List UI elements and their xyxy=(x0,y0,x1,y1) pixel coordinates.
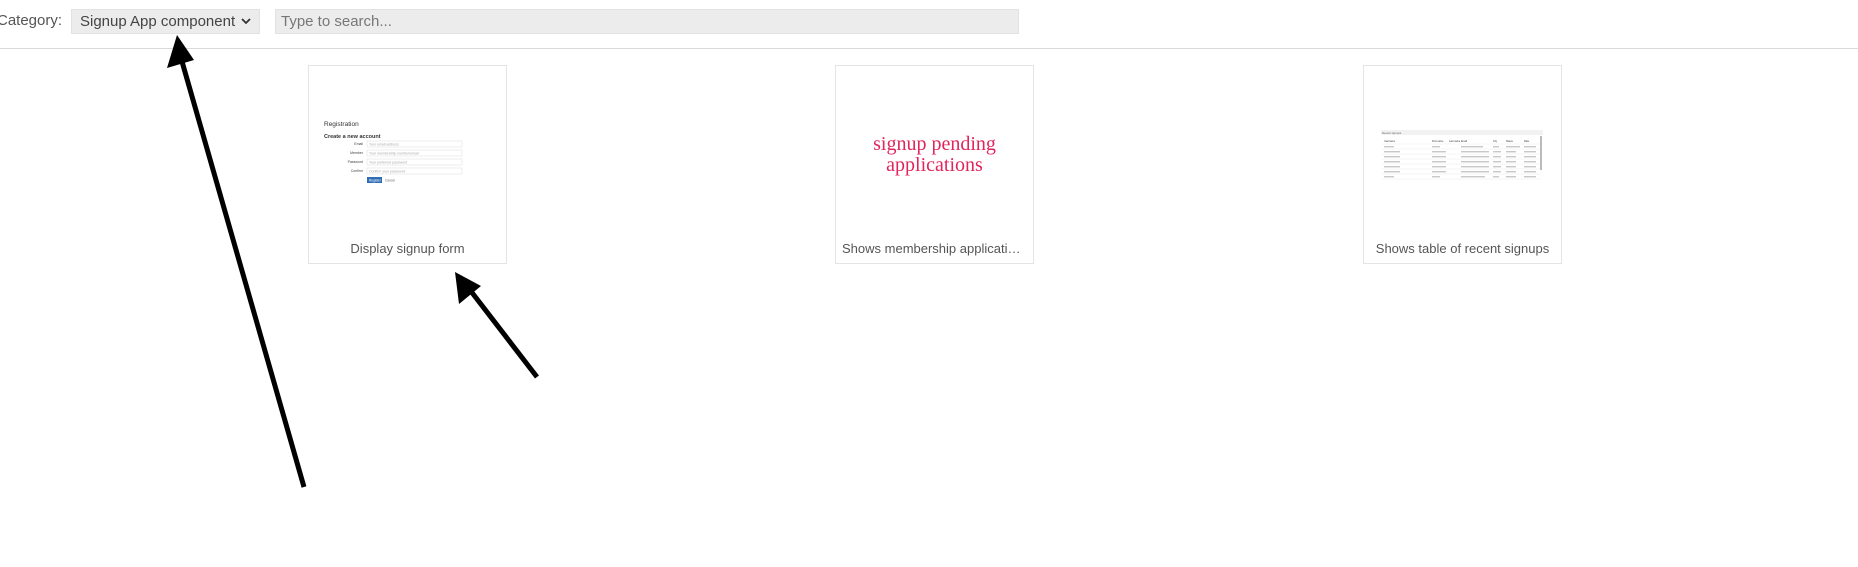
card-thumbnail: signup pending applications xyxy=(836,66,1033,236)
component-card-recent-signups[interactable]: Recent signups Username First name Last … xyxy=(1363,65,1562,264)
preview-field-hint: Your email address xyxy=(369,143,399,147)
preview-field-label: Password xyxy=(348,160,363,164)
preview-scrollbar xyxy=(1540,136,1542,170)
search-placeholder: Type to search... xyxy=(281,13,392,30)
preview-field-hint: Confirm your password xyxy=(369,170,405,174)
preview-register-label: Register xyxy=(369,179,382,183)
card-caption: Shows membership applicatio… xyxy=(842,241,1027,256)
preview-col: Username xyxy=(1384,140,1396,143)
component-card-signup-form[interactable]: Registration Create a new account Email … xyxy=(308,65,507,264)
component-card-pending-applications[interactable]: signup pending applications Shows member… xyxy=(835,65,1034,264)
category-label: Category: xyxy=(0,12,63,29)
card-thumbnail: Registration Create a new account Email … xyxy=(309,66,506,236)
pending-applications-preview: signup pending applications xyxy=(836,134,1033,176)
preview-cancel-label: Cancel xyxy=(385,179,395,183)
toolbar: Category: Signup App component Type to s… xyxy=(0,0,1858,49)
recent-signups-table-preview: Recent signups Username First name Last … xyxy=(1381,130,1543,180)
preview-field-label: Member xyxy=(350,151,364,155)
preview-field-label: Email xyxy=(354,142,363,146)
preview-col: Status xyxy=(1506,140,1514,143)
preview-text-line: signup pending xyxy=(873,133,996,155)
preview-field-hint: Your preferred password xyxy=(369,161,407,165)
category-select-value: Signup App component xyxy=(80,13,236,30)
preview-col: First name xyxy=(1432,140,1444,143)
preview-col: Date xyxy=(1524,140,1530,143)
category-select[interactable]: Signup App component xyxy=(71,9,260,34)
preview-col: City xyxy=(1493,140,1498,143)
arrow-to-category-select xyxy=(167,35,307,488)
preview-table-cells xyxy=(1384,146,1536,178)
search-input[interactable]: Type to search... xyxy=(275,9,1019,34)
preview-field-hint: Your membership number/email xyxy=(369,152,419,156)
card-thumbnail: Recent signups Username First name Last … xyxy=(1364,66,1561,236)
card-caption: Shows table of recent signups xyxy=(1375,241,1550,256)
card-caption: Display signup form xyxy=(350,241,465,256)
preview-text-line: applications xyxy=(886,154,983,176)
preview-col: Last name xyxy=(1449,140,1461,143)
preview-field-label: Confirm xyxy=(351,169,363,173)
preview-table-header: Recent signups xyxy=(1382,131,1402,135)
signup-form-preview: Registration Create a new account Email … xyxy=(324,121,463,183)
preview-subtitle: Create a new account xyxy=(324,134,381,140)
preview-title: Registration xyxy=(324,121,359,128)
chevron-down-icon xyxy=(241,18,251,25)
arrow-to-signup-form-card xyxy=(455,272,539,379)
preview-col: Email xyxy=(1461,140,1467,143)
